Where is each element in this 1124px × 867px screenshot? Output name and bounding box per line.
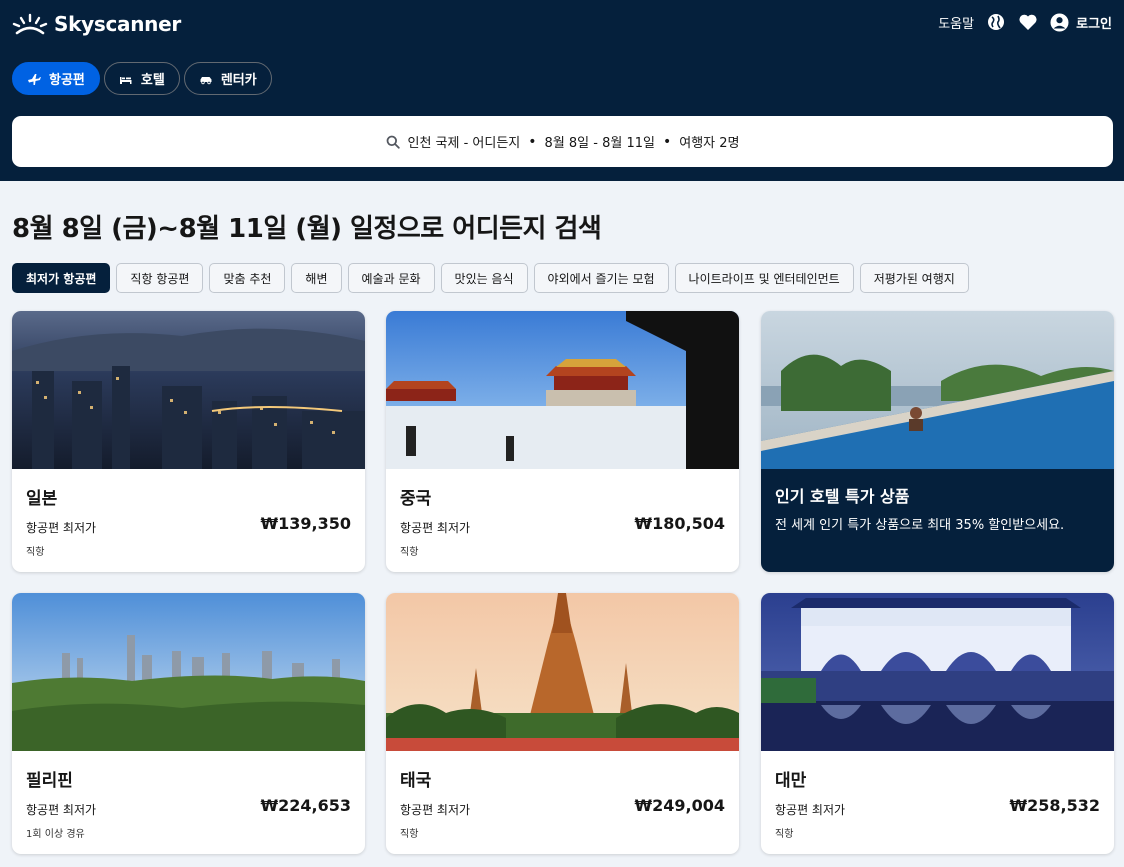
stops-info: 1회 이상 경유 bbox=[26, 829, 85, 840]
separator-dot: • bbox=[528, 133, 537, 150]
price-value: ₩139,350 bbox=[260, 514, 351, 533]
price-label: 항공편 최저가 bbox=[26, 521, 97, 535]
help-link[interactable]: 도움말 bbox=[938, 13, 974, 32]
price-value: ₩258,532 bbox=[1009, 796, 1100, 815]
filter-direct-flights[interactable]: 직항 항공편 bbox=[116, 263, 204, 293]
price-value: ₩249,004 bbox=[634, 796, 725, 815]
destination-name: 필리핀 bbox=[26, 771, 73, 791]
destination-image bbox=[12, 311, 365, 469]
destination-name: 중국 bbox=[400, 489, 432, 509]
search-travelers: 여행자 2명 bbox=[679, 136, 740, 151]
plane-icon bbox=[28, 73, 41, 85]
stops-info: 직항 bbox=[775, 829, 794, 840]
tab-flights-label: 항공편 bbox=[49, 73, 85, 88]
destination-card-thailand[interactable]: 태국 항공편 최저가 ₩249,004 직항 bbox=[386, 593, 739, 854]
tab-flights[interactable]: 항공편 bbox=[12, 62, 100, 95]
destination-card-japan[interactable]: 일본 항공편 최저가 ₩139,350 직항 bbox=[12, 311, 365, 572]
destination-image bbox=[386, 311, 739, 469]
destination-name: 대만 bbox=[775, 771, 807, 791]
promo-image bbox=[761, 311, 1114, 469]
search-route: 인천 국제 - 어디든지 bbox=[407, 136, 521, 151]
brand-name: Skyscanner bbox=[54, 12, 181, 36]
destination-image bbox=[761, 593, 1114, 751]
price-label: 항공편 최저가 bbox=[400, 521, 471, 535]
promo-description: 전 세계 인기 특가 상품으로 최대 35% 할인받으세요. bbox=[775, 518, 1065, 533]
hotel-deals-promo-card[interactable]: 인기 호텔 특가 상품 전 세계 인기 특가 상품으로 최대 35% 할인받으세… bbox=[761, 311, 1114, 572]
search-icon bbox=[386, 135, 400, 149]
search-summary-bar[interactable]: 인천 국제 - 어디든지 • 8월 8일 - 8월 11일 • 여행자 2명 bbox=[12, 116, 1113, 167]
filter-beach[interactable]: 해변 bbox=[291, 263, 342, 293]
filter-food[interactable]: 맛있는 음식 bbox=[440, 263, 528, 293]
filter-underrated[interactable]: 저평가된 여행지 bbox=[859, 263, 969, 293]
car-icon bbox=[200, 76, 212, 84]
stops-info: 직항 bbox=[400, 829, 419, 840]
heart-icon[interactable] bbox=[1018, 12, 1038, 32]
destination-image bbox=[386, 593, 739, 751]
travel-mode-tabs: 항공편 호텔 렌터카 bbox=[12, 62, 272, 95]
promo-title: 인기 호텔 특가 상품 bbox=[775, 487, 910, 506]
search-dates: 8월 8일 - 8월 11일 bbox=[544, 136, 655, 151]
price-label: 항공편 최저가 bbox=[26, 803, 97, 817]
price-value: ₩224,653 bbox=[260, 796, 351, 815]
stops-info: 직항 bbox=[26, 547, 45, 558]
stops-info: 직항 bbox=[400, 547, 419, 558]
login-label: 로그인 bbox=[1076, 16, 1112, 32]
header-actions: 도움말 로그인 bbox=[938, 12, 1112, 32]
sunrise-logo-icon bbox=[12, 13, 48, 35]
price-value: ₩180,504 bbox=[634, 514, 725, 533]
page-title: 8월 8일 (금)~8월 11일 (월) 일정으로 어디든지 검색 bbox=[12, 214, 602, 244]
filter-chips: 최저가 항공편 직항 항공편 맞춤 추천 해변 예술과 문화 맛있는 음식 야외… bbox=[12, 263, 969, 293]
destination-name: 태국 bbox=[400, 771, 432, 791]
destination-card-taiwan[interactable]: 대만 항공편 최저가 ₩258,532 직항 bbox=[761, 593, 1114, 854]
tab-hotels[interactable]: 호텔 bbox=[103, 62, 180, 95]
tab-car-rental[interactable]: 렌터카 bbox=[183, 62, 272, 95]
destination-card-philippines[interactable]: 필리핀 항공편 최저가 ₩224,653 1회 이상 경유 bbox=[12, 593, 365, 854]
filter-nightlife[interactable]: 나이트라이프 및 엔터테인먼트 bbox=[674, 263, 854, 293]
tab-hotels-label: 호텔 bbox=[140, 73, 165, 88]
top-header: Skyscanner 도움말 로그인 항공편 호텔 렌터카 인천 국제 - 어디 bbox=[0, 0, 1124, 181]
destination-card-china[interactable]: 중국 항공편 최저가 ₩180,504 직항 bbox=[386, 311, 739, 572]
globe-icon[interactable] bbox=[986, 12, 1006, 32]
destination-image bbox=[12, 593, 365, 751]
skyscanner-logo[interactable]: Skyscanner bbox=[12, 11, 181, 37]
user-icon bbox=[1050, 13, 1069, 31]
filter-recommended[interactable]: 맞춤 추천 bbox=[209, 263, 286, 293]
filter-cheapest-flights[interactable]: 최저가 항공편 bbox=[12, 263, 111, 293]
filter-art-culture[interactable]: 예술과 문화 bbox=[347, 263, 435, 293]
separator-dot: • bbox=[662, 133, 672, 150]
login-button[interactable]: 로그인 bbox=[1050, 13, 1112, 32]
bed-icon bbox=[119, 76, 132, 84]
destination-name: 일본 bbox=[26, 489, 58, 509]
tab-car-rental-label: 렌터카 bbox=[220, 73, 257, 88]
filter-outdoor-adventure[interactable]: 야외에서 즐기는 모험 bbox=[533, 263, 669, 293]
price-label: 항공편 최저가 bbox=[400, 803, 471, 817]
price-label: 항공편 최저가 bbox=[775, 803, 846, 817]
